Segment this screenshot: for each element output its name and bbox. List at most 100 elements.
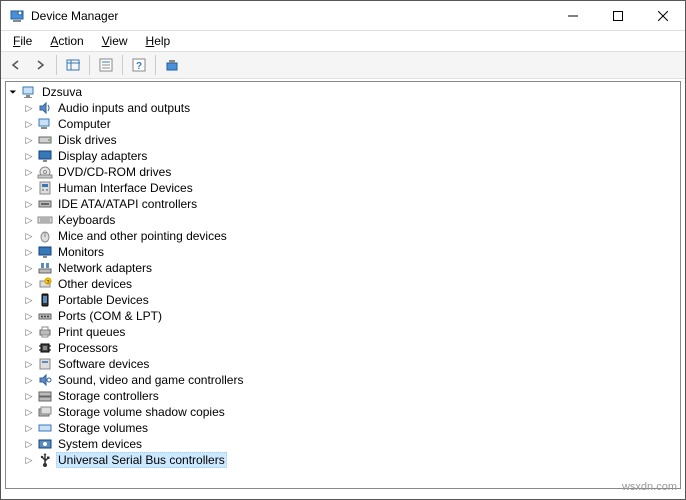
cpu-icon bbox=[37, 340, 53, 356]
expand-arrow-icon[interactable]: ▷ bbox=[24, 167, 34, 177]
expand-arrow-icon[interactable]: ▷ bbox=[24, 375, 34, 385]
toolbar: ? bbox=[1, 51, 685, 79]
tree-item-label: Computer bbox=[56, 117, 113, 131]
tree-item-label: Storage volumes bbox=[56, 421, 150, 435]
expand-arrow-icon[interactable]: ▷ bbox=[24, 263, 34, 273]
expand-arrow-icon[interactable]: ▷ bbox=[24, 311, 34, 321]
tree-item-label: Storage volume shadow copies bbox=[56, 405, 227, 419]
tree-item[interactable]: ▷?Other devices bbox=[6, 276, 680, 292]
tree-item[interactable]: ▷ IDE ATA/ATAPI controllers bbox=[6, 196, 680, 212]
tree-item-label: Audio inputs and outputs bbox=[56, 101, 192, 115]
tree-item-label: DVD/CD-ROM drives bbox=[56, 165, 173, 179]
expand-arrow-icon[interactable]: ▷ bbox=[24, 151, 34, 161]
back-button[interactable] bbox=[5, 54, 27, 76]
window-title: Device Manager bbox=[31, 9, 550, 23]
tree-item[interactable]: ▷ Universal Serial Bus controllers bbox=[6, 452, 680, 468]
tree-item[interactable]: ▷ Human Interface Devices bbox=[6, 180, 680, 196]
app-icon bbox=[9, 8, 25, 24]
tree-item[interactable]: ▷ Sound, video and game controllers bbox=[6, 372, 680, 388]
expand-arrow-icon[interactable]: ▷ bbox=[24, 407, 34, 417]
maximize-button[interactable] bbox=[595, 1, 640, 30]
close-button[interactable] bbox=[640, 1, 685, 30]
tree-root[interactable]: ⏷Dzsuva bbox=[6, 84, 680, 100]
tree-item[interactable]: ▷ Disk drives bbox=[6, 132, 680, 148]
tree-item-label: Monitors bbox=[56, 245, 106, 259]
tree-item[interactable]: ▷ Storage volume shadow copies bbox=[6, 404, 680, 420]
expand-arrow-icon[interactable]: ▷ bbox=[24, 343, 34, 353]
tree-item[interactable]: ▷ Portable Devices bbox=[6, 292, 680, 308]
expand-arrow-icon[interactable]: ▷ bbox=[24, 231, 34, 241]
tree-item[interactable]: ▷ Storage volumes bbox=[6, 420, 680, 436]
volume-icon bbox=[37, 420, 53, 436]
tree-item[interactable]: ▷Print queues bbox=[6, 324, 680, 340]
tree-item[interactable]: ▷ Storage controllers bbox=[6, 388, 680, 404]
menubar: File Action View Help bbox=[1, 31, 685, 51]
tree-item-label: Network adapters bbox=[56, 261, 154, 275]
tree-item[interactable]: ▷ Computer bbox=[6, 116, 680, 132]
expand-arrow-icon[interactable]: ▷ bbox=[24, 391, 34, 401]
menu-help[interactable]: Help bbox=[138, 32, 179, 50]
network-icon bbox=[37, 260, 53, 276]
usb-icon bbox=[37, 452, 53, 468]
help-button[interactable]: ? bbox=[128, 54, 150, 76]
tree-item[interactable]: ▷ Software devices bbox=[6, 356, 680, 372]
ide-icon bbox=[37, 196, 53, 212]
tree-item-label: IDE ATA/ATAPI controllers bbox=[56, 197, 199, 211]
tree-item[interactable]: ▷ Audio inputs and outputs bbox=[6, 100, 680, 116]
expand-arrow-icon[interactable]: ▷ bbox=[24, 279, 34, 289]
expand-arrow-icon[interactable]: ▷ bbox=[24, 135, 34, 145]
expand-arrow-icon[interactable]: ▷ bbox=[24, 455, 34, 465]
tree-item[interactable]: ▷Keyboards bbox=[6, 212, 680, 228]
tree-item[interactable]: ▷ Mice and other pointing devices bbox=[6, 228, 680, 244]
expand-arrow-icon[interactable]: ▷ bbox=[24, 119, 34, 129]
tree-item-label: Portable Devices bbox=[56, 293, 151, 307]
expand-arrow-icon[interactable]: ▷ bbox=[24, 359, 34, 369]
tree-item-label: Sound, video and game controllers bbox=[56, 373, 245, 387]
svg-text:?: ? bbox=[136, 61, 142, 72]
expand-arrow-icon[interactable]: ▷ bbox=[24, 199, 34, 209]
expand-arrow-icon[interactable]: ▷ bbox=[24, 439, 34, 449]
tree-item[interactable]: ▷ Monitors bbox=[6, 244, 680, 260]
expand-arrow-icon[interactable]: ⏷ bbox=[8, 87, 18, 97]
tree-item[interactable]: ▷ Display adapters bbox=[6, 148, 680, 164]
tree-item[interactable]: ▷ Processors bbox=[6, 340, 680, 356]
printer-icon bbox=[37, 324, 53, 340]
tree-item-label: Human Interface Devices bbox=[56, 181, 195, 195]
expand-arrow-icon[interactable]: ▷ bbox=[24, 423, 34, 433]
monitor-icon bbox=[37, 244, 53, 260]
tree-item[interactable]: ▷ Network adapters bbox=[6, 260, 680, 276]
menu-view[interactable]: View bbox=[94, 32, 136, 50]
forward-button[interactable] bbox=[29, 54, 51, 76]
tree-item-label: Disk drives bbox=[56, 133, 119, 147]
tree-item[interactable]: ▷ DVD/CD-ROM drives bbox=[6, 164, 680, 180]
minimize-button[interactable] bbox=[550, 1, 595, 30]
device-tree-panel[interactable]: ⏷Dzsuva ▷ Audio inputs and outputs ▷ Compute… bbox=[5, 81, 681, 489]
expand-arrow-icon[interactable]: ▷ bbox=[24, 247, 34, 257]
properties-button[interactable] bbox=[95, 54, 117, 76]
tree-item[interactable]: ▷System devices bbox=[6, 436, 680, 452]
computer-root-icon bbox=[21, 84, 37, 100]
tree-item-label: Storage controllers bbox=[56, 389, 161, 403]
expand-arrow-icon[interactable]: ▷ bbox=[24, 295, 34, 305]
window-controls bbox=[550, 1, 685, 30]
tree-item-label: Display adapters bbox=[56, 149, 149, 163]
tree-item-label: Mice and other pointing devices bbox=[56, 229, 229, 243]
sound-icon bbox=[37, 372, 53, 388]
watermark: wsxdn.com bbox=[622, 481, 677, 493]
expand-arrow-icon[interactable]: ▷ bbox=[24, 215, 34, 225]
tree-item-label: Other devices bbox=[56, 277, 134, 291]
menu-action[interactable]: Action bbox=[42, 32, 91, 50]
expand-arrow-icon[interactable]: ▷ bbox=[24, 183, 34, 193]
audio-icon bbox=[37, 100, 53, 116]
tree-item-label: Software devices bbox=[56, 357, 151, 371]
tree-item[interactable]: ▷Ports (COM & LPT) bbox=[6, 308, 680, 324]
tree-item-label: Universal Serial Bus controllers bbox=[56, 452, 227, 468]
scan-hardware-button[interactable] bbox=[161, 54, 183, 76]
expand-arrow-icon[interactable]: ▷ bbox=[24, 103, 34, 113]
show-hide-tree-button[interactable] bbox=[62, 54, 84, 76]
expand-arrow-icon[interactable]: ▷ bbox=[24, 327, 34, 337]
other-icon: ? bbox=[37, 276, 53, 292]
menu-file[interactable]: File bbox=[5, 32, 40, 50]
tree-item-label: Processors bbox=[56, 341, 120, 355]
disk-icon bbox=[37, 132, 53, 148]
